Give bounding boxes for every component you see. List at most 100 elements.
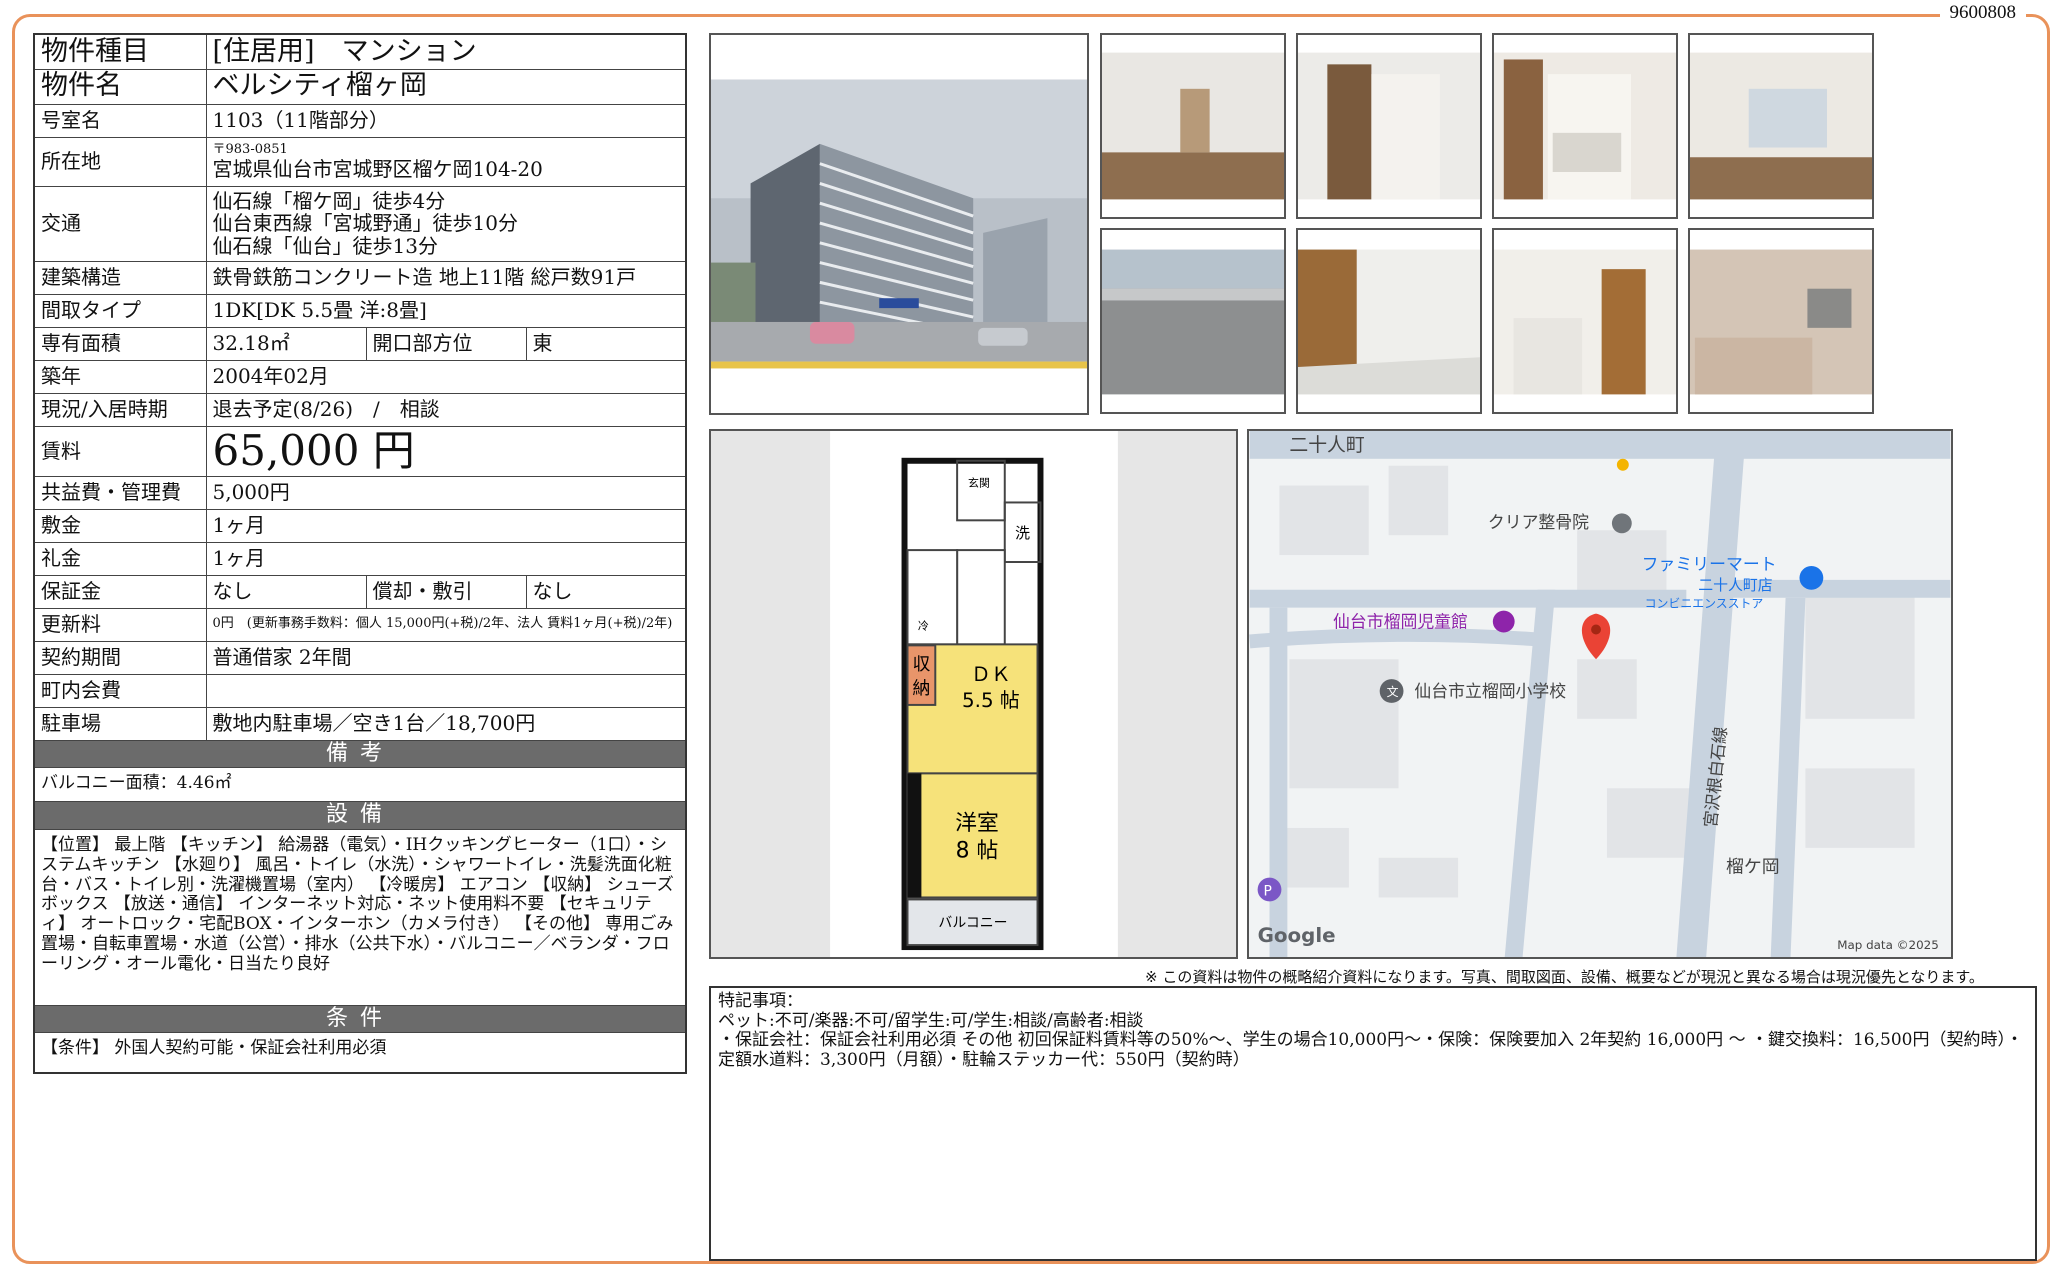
status-value: 退去予定(8/26) / 相談 [205, 392, 687, 427]
address-label: 所在地 [33, 136, 207, 187]
row-parking: 駐車場 敷地内駐車場／空き1台／18,700円 [33, 706, 687, 741]
guarantee-value: なし [205, 574, 367, 609]
map-label-nijuninmachi: 二十人町 [1289, 434, 1365, 456]
layout-label: 間取タイプ [33, 293, 207, 328]
map-school-icon: 文 [1387, 685, 1399, 699]
parking-value: 敷地内駐車場／空き1台／18,700円 [205, 706, 687, 741]
room-photo-image [1494, 35, 1676, 217]
guarantee-label: 保証金 [33, 574, 207, 609]
room-photo [1296, 228, 1482, 414]
floor-plan-drawing: 玄関 洗 冷 ＤＫ 5.5 帖 収 納 洋室 8 帖 バルコニー [830, 431, 1118, 957]
key-money-value: 1ヶ月 [205, 541, 687, 576]
floor-wash: 洗 [1015, 524, 1030, 542]
room-photo-image [1494, 230, 1676, 412]
built-value: 2004年02月 [205, 359, 687, 394]
row-room: 号室名 1103（11階部分） [33, 103, 687, 138]
row-fee: 共益費・管理費 5,000円 [33, 475, 687, 510]
area-label: 専有面積 [33, 326, 207, 361]
area-value: 32.18㎡ [205, 326, 367, 361]
room-photo-image [1690, 35, 1872, 217]
property-info-table: 物件種目 [住居用] マンション 物件名 ベルシティ榴ヶ岡 号室名 1103（1… [33, 33, 687, 1074]
room-photo [1100, 33, 1286, 219]
floor-fridge: 冷 [918, 619, 929, 632]
row-renewal: 更新料 0円 (更新事務手数料：個人 15,000円(+税)/2年、法人 賃料1… [33, 607, 687, 642]
conditions-header-row: 条件 [33, 1004, 687, 1034]
row-type: 物件種目 [住居用] マンション [33, 33, 687, 70]
room-photo-image [1298, 35, 1480, 217]
location-map[interactable]: 二十人町 クリア整骨院 ファミリーマート 二十人町店 コンビニエンスストア 仙台… [1247, 429, 1953, 959]
direction-value: 東 [525, 326, 687, 361]
map-label-childrens-hall: 仙台市榴岡児童館 [1333, 612, 1468, 632]
renewal-label: 更新料 [33, 607, 207, 642]
row-structure: 建築構造 鉄骨鉄筋コンクリート造 地上11階 総戸数91戸 [33, 260, 687, 295]
access-label: 交通 [33, 185, 207, 262]
disclaimer-notice: ※ この資料は物件の概略紹介資料になります。写真、間取図面、設備、概要などが現況… [1145, 968, 1984, 986]
room-photo-image [1690, 230, 1872, 412]
conditions-row: 【条件】 外国人契約可能・保証会社利用必須 [33, 1032, 687, 1074]
floor-balcony: バルコニー [938, 915, 1007, 931]
equipment-value: 【位置】 最上階 【キッチン】 給湯器（電気）・IHクッキングヒーター（1口）・… [33, 828, 687, 1006]
row-community: 町内会費 [33, 673, 687, 708]
key-money-label: 礼金 [33, 541, 207, 576]
access-line: 仙石線「榴ケ岡」徒歩4分 [212, 188, 446, 213]
type-label: 物件種目 [33, 33, 207, 70]
room-photo [1688, 33, 1874, 219]
row-built: 築年 2004年02月 [33, 359, 687, 394]
row-contract: 契約期間 普通借家 2年間 [33, 640, 687, 675]
equipment-header-row: 設備 [33, 801, 687, 830]
floor-plan: 玄関 洗 冷 ＤＫ 5.5 帖 収 納 洋室 8 帖 バルコニー [709, 429, 1238, 959]
map-parking-icon: P [1264, 883, 1272, 899]
floor-storage-1: 収 [912, 654, 930, 675]
room-photo [1492, 228, 1678, 414]
type-value: [住居用] マンション [205, 33, 687, 70]
row-key-money: 礼金 1ヶ月 [33, 541, 687, 576]
row-status: 現況/入居時期 退去予定(8/26) / 相談 [33, 392, 687, 427]
deposit-label: 敷金 [33, 508, 207, 543]
map-google-logo: Google [1258, 924, 1336, 947]
row-name: 物件名 ベルシティ榴ヶ岡 [33, 68, 687, 105]
floor-western-label: 洋室 [955, 811, 999, 836]
notes-header: 備考 [33, 739, 687, 769]
access-line: 仙台東西線「宮城野通」徒歩10分 [212, 211, 518, 236]
address-zip: 〒983-0851 [212, 142, 288, 158]
amort-value: なし [525, 574, 687, 609]
name-label: 物件名 [33, 68, 207, 105]
map-label-tsutsujigaoka: 榴ケ岡 [1726, 857, 1780, 878]
row-layout: 間取タイプ 1DK[DK 5.5畳 洋:8畳] [33, 293, 687, 328]
rent-label: 賃料 [33, 425, 207, 477]
structure-label: 建築構造 [33, 260, 207, 295]
remarks-line: ・保証会社：保証会社利用必須 その他 初回保証料賃料等の50%～、学生の場合10… [718, 1030, 2023, 1070]
map-label-familymart: ファミリーマート [1642, 554, 1777, 574]
room-photo-image [1102, 230, 1284, 412]
map-label-familymart-branch: 二十人町店 [1698, 576, 1772, 594]
layout-value: 1DK[DK 5.5畳 洋:8畳] [205, 293, 687, 328]
amort-label: 償却・敷引 [365, 574, 527, 609]
remarks-line: ペット:不可/楽器:不可/留学生:可/学生:相談/高齢者:相談 [718, 1010, 1144, 1031]
row-area: 専有面積 32.18㎡ 開口部方位 東 [33, 326, 687, 361]
renewal-value: 0円 (更新事務手数料：個人 15,000円(+税)/2年、法人 賃料1ヶ月(+… [205, 607, 687, 642]
row-address: 所在地 〒983-0851 宮城県仙台市宮城野区榴ケ岡104-20 [33, 136, 687, 187]
room-value: 1103（11階部分） [205, 103, 687, 138]
floor-dk-size: 5.5 帖 [962, 689, 1020, 712]
map-label-clinic: クリア整骨院 [1488, 512, 1589, 532]
notes-header-row: 備考 [33, 739, 687, 769]
floor-entrance: 玄関 [968, 476, 990, 490]
community-value [205, 673, 687, 708]
room-photo-image [1298, 230, 1480, 412]
notes-value: バルコニー面積：4.46㎡ [33, 767, 687, 803]
access-cell: 仙石線「榴ケ岡」徒歩4分 仙台東西線「宮城野通」徒歩10分 仙石線「仙台」徒歩1… [205, 185, 687, 262]
room-photo [1688, 228, 1874, 414]
direction-label: 開口部方位 [365, 326, 527, 361]
contract-label: 契約期間 [33, 640, 207, 675]
map-label-convenience: コンビニエンスストア [1645, 597, 1764, 611]
document-id: 9600808 [1939, 2, 2026, 24]
notes-row: バルコニー面積：4.46㎡ [33, 767, 687, 803]
equipment-row: 【位置】 最上階 【キッチン】 給湯器（電気）・IHクッキングヒーター（1口）・… [33, 828, 687, 1006]
map-data-credit: Map data ©2025 [1837, 938, 1939, 952]
room-photo-image [1102, 35, 1284, 217]
room-photo [1100, 228, 1286, 414]
row-access: 交通 仙石線「榴ケ岡」徒歩4分 仙台東西線「宮城野通」徒歩10分 仙石線「仙台」… [33, 185, 687, 262]
conditions-value: 【条件】 外国人契約可能・保証会社利用必須 [33, 1032, 687, 1074]
floor-storage-2: 納 [912, 678, 930, 699]
building-photo-image [711, 35, 1087, 413]
